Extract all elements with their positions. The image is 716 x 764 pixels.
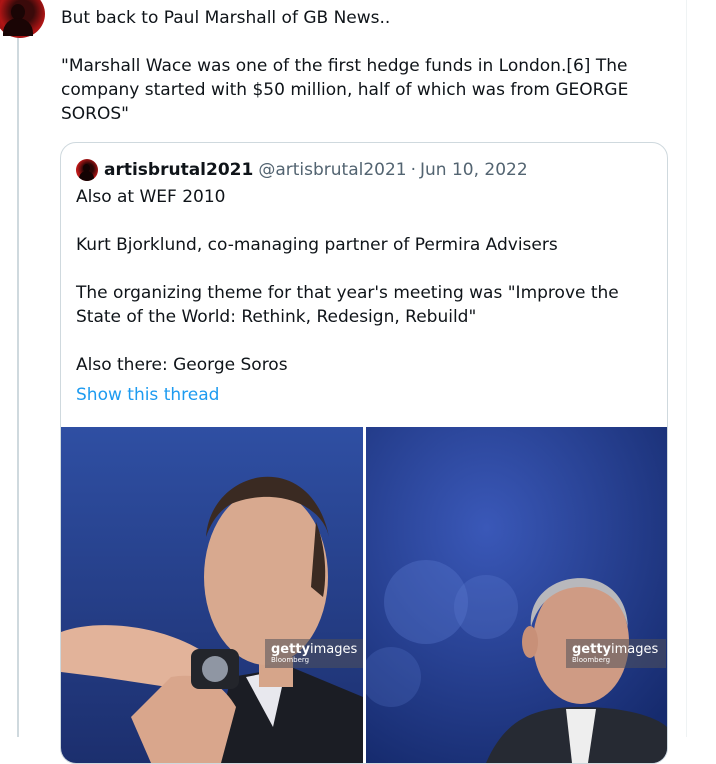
quoted-author-avatar[interactable] xyxy=(76,159,98,181)
quoted-tweet-header: artisbrutal2021 @artisbrutal2021 · Jun 1… xyxy=(76,157,528,183)
tweet-paragraph: "Marshall Wace was one of the first hedg… xyxy=(61,56,629,124)
tweet-paragraph: But back to Paul Marshall of GB News.. xyxy=(61,8,391,28)
thread-line xyxy=(17,38,19,737)
photo-kurt-bjorklund[interactable]: gettyimages Bloomberg xyxy=(61,427,363,763)
quoted-author-name[interactable]: artisbrutal2021 xyxy=(104,160,253,180)
quoted-paragraph: Kurt Bjorklund, co-managing partner of P… xyxy=(76,235,558,255)
getty-watermark: gettyimages Bloomberg xyxy=(265,639,363,668)
photo-george-soros[interactable]: gettyimages Bloomberg xyxy=(366,427,667,763)
quoted-paragraph: The organizing theme for that year's mee… xyxy=(76,283,619,327)
quoted-paragraph: Also at WEF 2010 xyxy=(76,187,226,207)
photo-left-image xyxy=(61,427,363,763)
quoted-author-handle[interactable]: @artisbrutal2021 xyxy=(258,160,406,180)
photo-right-image xyxy=(366,427,667,763)
tweet-text: But back to Paul Marshall of GB News.. "… xyxy=(61,6,651,126)
quoted-tweet-date[interactable]: Jun 10, 2022 xyxy=(420,160,528,180)
author-avatar[interactable] xyxy=(0,0,45,38)
quoted-tweet-card[interactable]: artisbrutal2021 @artisbrutal2021 · Jun 1… xyxy=(60,142,668,764)
quoted-tweet-text: Also at WEF 2010 Kurt Bjorklund, co-mana… xyxy=(76,185,651,377)
column-border xyxy=(686,0,687,737)
getty-watermark: gettyimages Bloomberg xyxy=(566,639,667,668)
separator-dot: · xyxy=(410,160,417,180)
show-thread-link[interactable]: Show this thread xyxy=(76,383,219,407)
quoted-paragraph: Also there: George Soros xyxy=(76,355,288,375)
